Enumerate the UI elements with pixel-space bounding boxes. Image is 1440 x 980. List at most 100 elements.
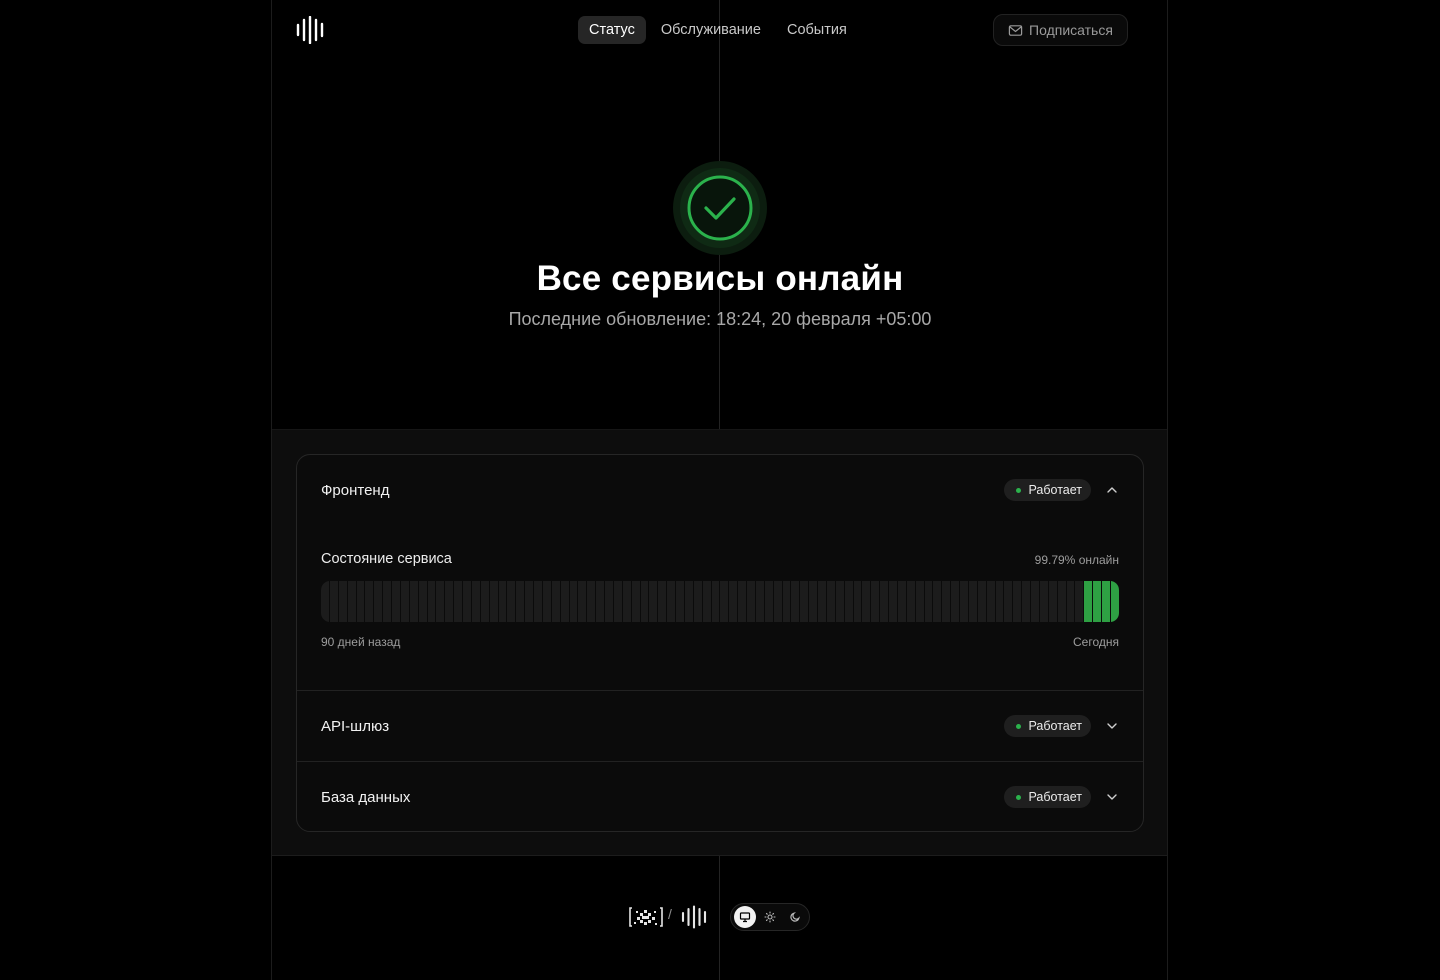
uptime-bar[interactable] xyxy=(365,581,374,622)
partner-logo-icon[interactable] xyxy=(628,905,664,929)
uptime-bar[interactable] xyxy=(676,581,684,622)
uptime-bar[interactable] xyxy=(968,581,977,622)
uptime-bar[interactable] xyxy=(1031,581,1039,622)
uptime-bar[interactable] xyxy=(729,581,738,622)
uptime-bar[interactable] xyxy=(986,581,995,622)
uptime-bar[interactable] xyxy=(738,581,746,622)
uptime-bar[interactable] xyxy=(1004,581,1013,622)
uptime-bar[interactable] xyxy=(755,581,764,622)
theme-system-button[interactable] xyxy=(734,906,756,928)
uptime-bar[interactable] xyxy=(977,581,986,622)
uptime-bar[interactable] xyxy=(764,581,773,622)
uptime-bar[interactable] xyxy=(329,581,338,622)
uptime-bar[interactable] xyxy=(667,581,675,622)
uptime-bar[interactable] xyxy=(463,581,471,622)
uptime-bar[interactable] xyxy=(1093,581,1101,622)
uptime-bar[interactable] xyxy=(471,581,480,622)
uptime-bar[interactable] xyxy=(551,581,560,622)
uptime-bar[interactable] xyxy=(640,581,649,622)
uptime-bar[interactable] xyxy=(871,581,880,622)
uptime-bar[interactable] xyxy=(791,581,800,622)
uptime-bar[interactable] xyxy=(649,581,658,622)
logo-icon[interactable] xyxy=(296,16,326,44)
uptime-bar[interactable] xyxy=(507,581,516,622)
uptime-bar[interactable] xyxy=(1110,581,1119,622)
uptime-bar[interactable] xyxy=(400,581,409,622)
nav-maintenance[interactable]: Обслуживание xyxy=(650,16,772,44)
uptime-bar[interactable] xyxy=(418,581,427,622)
uptime-bar[interactable] xyxy=(587,581,596,622)
uptime-bar[interactable] xyxy=(853,581,862,622)
chevron-up-icon[interactable] xyxy=(1105,483,1119,497)
chevron-down-icon[interactable] xyxy=(1105,790,1119,804)
uptime-bar[interactable] xyxy=(1022,581,1030,622)
uptime-bar[interactable] xyxy=(995,581,1004,622)
uptime-bar[interactable] xyxy=(542,581,551,622)
uptime-bar[interactable] xyxy=(800,581,809,622)
uptime-bar[interactable] xyxy=(445,581,454,622)
uptime-bar[interactable] xyxy=(560,581,569,622)
uptime-bar[interactable] xyxy=(1039,581,1048,622)
uptime-bar[interactable] xyxy=(578,581,587,622)
uptime-bar[interactable] xyxy=(480,581,489,622)
uptime-bar[interactable] xyxy=(321,581,329,622)
nav-status[interactable]: Статус xyxy=(578,16,646,44)
uptime-bar[interactable] xyxy=(862,581,871,622)
uptime-bar[interactable] xyxy=(951,581,959,622)
theme-light-button[interactable] xyxy=(759,906,781,928)
uptime-bar[interactable] xyxy=(960,581,968,622)
uptime-bar[interactable] xyxy=(809,581,817,622)
uptime-bar[interactable] xyxy=(1057,581,1066,622)
logo-icon[interactable] xyxy=(681,905,708,929)
uptime-bar[interactable] xyxy=(720,581,729,622)
uptime-bar[interactable] xyxy=(782,581,791,622)
uptime-bar[interactable] xyxy=(347,581,356,622)
uptime-bar[interactable] xyxy=(613,581,622,622)
uptime-bar[interactable] xyxy=(525,581,533,622)
uptime-bar[interactable] xyxy=(596,581,604,622)
uptime-bar[interactable] xyxy=(897,581,906,622)
uptime-bar[interactable] xyxy=(605,581,613,622)
uptime-bar[interactable] xyxy=(693,581,702,622)
uptime-bar[interactable] xyxy=(498,581,507,622)
uptime-bar[interactable] xyxy=(1013,581,1022,622)
uptime-bar[interactable] xyxy=(436,581,445,622)
subscribe-button[interactable]: Подписаться xyxy=(993,14,1128,46)
uptime-bar[interactable] xyxy=(427,581,436,622)
uptime-bar[interactable] xyxy=(889,581,897,622)
uptime-bar[interactable] xyxy=(933,581,942,622)
uptime-bar[interactable] xyxy=(684,581,693,622)
uptime-bar[interactable] xyxy=(658,581,667,622)
uptime-bar[interactable] xyxy=(747,581,755,622)
uptime-bar[interactable] xyxy=(773,581,782,622)
uptime-bar[interactable] xyxy=(622,581,631,622)
service-header[interactable]: База данных Работает xyxy=(297,762,1143,831)
uptime-bar[interactable] xyxy=(906,581,915,622)
uptime-bar[interactable] xyxy=(516,581,525,622)
uptime-bar[interactable] xyxy=(383,581,391,622)
uptime-bar[interactable] xyxy=(924,581,933,622)
uptime-bar[interactable] xyxy=(818,581,826,622)
uptime-bar[interactable] xyxy=(374,581,383,622)
uptime-bar[interactable] xyxy=(1048,581,1057,622)
chevron-down-icon[interactable] xyxy=(1105,719,1119,733)
theme-dark-button[interactable] xyxy=(784,906,806,928)
uptime-bar[interactable] xyxy=(711,581,720,622)
uptime-bar[interactable] xyxy=(844,581,853,622)
uptime-bar[interactable] xyxy=(1084,581,1093,622)
uptime-bar[interactable] xyxy=(631,581,640,622)
uptime-bar[interactable] xyxy=(356,581,365,622)
uptime-bar[interactable] xyxy=(489,581,498,622)
uptime-bar[interactable] xyxy=(826,581,835,622)
uptime-bar[interactable] xyxy=(1102,581,1110,622)
uptime-bar[interactable] xyxy=(534,581,542,622)
uptime-bar[interactable] xyxy=(569,581,578,622)
service-header[interactable]: Фронтенд Работает xyxy=(297,455,1143,525)
uptime-bar[interactable] xyxy=(1066,581,1075,622)
uptime-bar[interactable] xyxy=(392,581,400,622)
uptime-bar[interactable] xyxy=(338,581,347,622)
uptime-bar[interactable] xyxy=(942,581,951,622)
uptime-bar[interactable] xyxy=(880,581,888,622)
service-header[interactable]: API-шлюз Работает xyxy=(297,691,1143,761)
uptime-bar[interactable] xyxy=(1075,581,1084,622)
